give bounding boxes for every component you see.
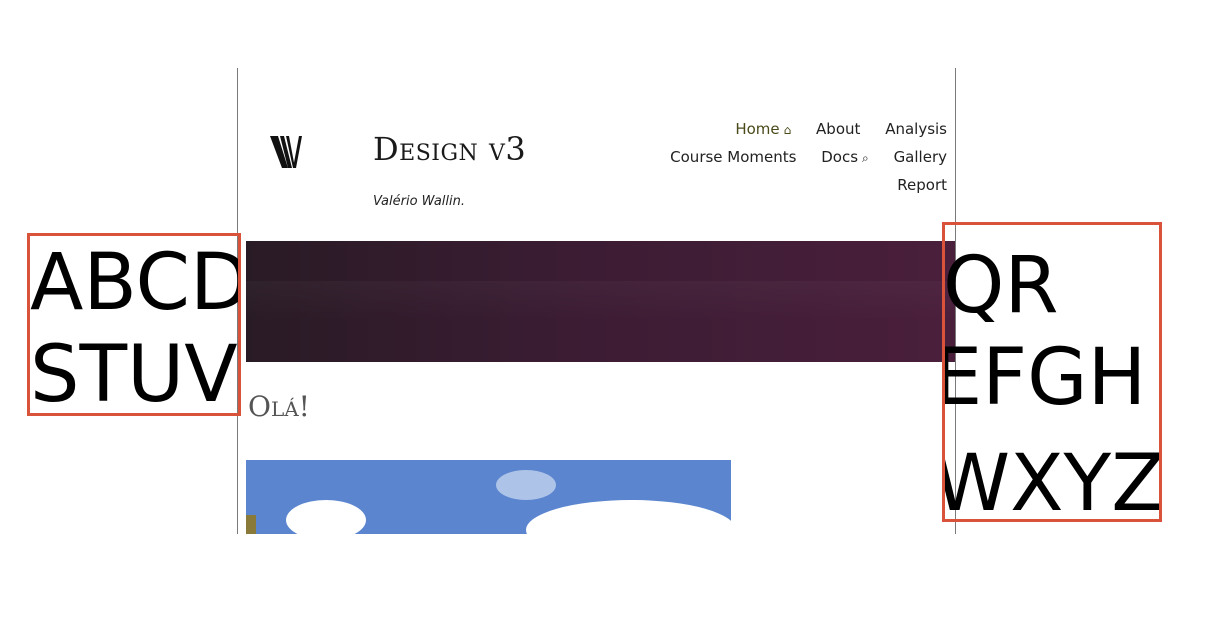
site-title[interactable]: Design v3 [373, 130, 526, 168]
overlay-text-line: QR [943, 241, 1059, 331]
nav-label-home: Home [735, 120, 780, 138]
nav-label-docs: Docs [821, 148, 859, 166]
nav-item-report[interactable]: Report [897, 172, 947, 199]
cloud-shape [286, 500, 366, 534]
zoom-highlight-right: QR EFGH WXYZ [942, 222, 1162, 522]
main-nav: Home ⌂ About Analysis Course Moments Docs… [617, 116, 947, 199]
web-page: Design v3 Valério Wallin. Home ⌂ About An… [237, 68, 956, 534]
nav-item-home[interactable]: Home ⌂ [735, 116, 791, 144]
zoom-highlight-left: ABCD STUV [27, 233, 241, 416]
nav-item-about[interactable]: About [816, 116, 860, 143]
overlay-text-line: EFGH [942, 333, 1147, 423]
nav-item-course-moments[interactable]: Course Moments [670, 144, 796, 171]
site-logo-icon[interactable] [266, 132, 306, 172]
overlay-text-line: ABCD [30, 238, 241, 328]
overlay-text-line: STUV [30, 330, 238, 416]
cloud-shape [496, 470, 556, 500]
header-banner [246, 241, 955, 362]
site-tagline: Valério Wallin. [373, 194, 465, 209]
page-heading: Olá! [248, 390, 310, 423]
search-icon: ⌕ [862, 151, 869, 165]
tree-edge [246, 515, 256, 534]
cloud-shape [526, 500, 731, 534]
hero-photo [246, 460, 731, 534]
nav-item-gallery[interactable]: Gallery [894, 144, 947, 171]
nav-item-docs[interactable]: Docs ⌕ [821, 144, 869, 172]
overlay-text-line: WXYZ [942, 439, 1162, 522]
nav-item-analysis[interactable]: Analysis [885, 116, 947, 143]
home-icon: ⌂ [783, 123, 792, 137]
